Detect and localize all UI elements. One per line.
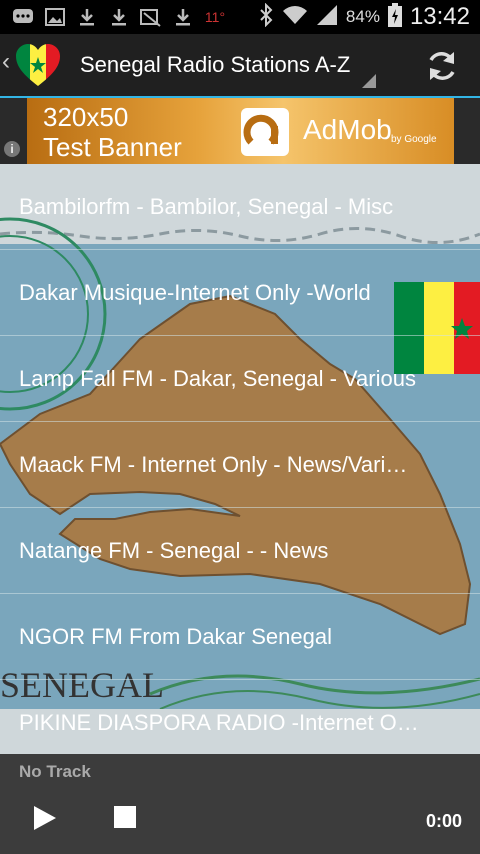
ad-banner-label: Test Banner: [43, 132, 182, 162]
ad-banner[interactable]: 320x50 Test Banner AdMob by Google: [27, 98, 454, 164]
player-bar: No Track 0:00: [0, 754, 480, 854]
signal-icon: [316, 4, 338, 31]
back-chevron-icon[interactable]: ‹: [2, 48, 10, 76]
station-item[interactable]: Dakar Musique-Internet Only -World: [0, 250, 480, 336]
status-bar: 11° 84% 13:42: [0, 0, 480, 34]
wifi-icon: [282, 4, 308, 31]
station-item[interactable]: Lamp Fall FM - Dakar, Senegal - Various: [0, 336, 480, 422]
station-item[interactable]: Natange FM - Senegal - - News: [0, 508, 480, 594]
spinner-indicator-icon[interactable]: [362, 74, 376, 88]
download-icon: [172, 7, 194, 27]
page-title[interactable]: Senegal Radio Stations A-Z: [80, 52, 350, 78]
app-logo-icon[interactable]: [14, 42, 62, 88]
download-icon: [76, 7, 98, 27]
admob-brand: AdMob: [303, 114, 392, 145]
image-icon: [44, 7, 66, 27]
station-list-area: SENEGAL Bambilorfm - Bambilor, Senegal -…: [0, 164, 480, 754]
chat-icon: [12, 7, 34, 27]
no-image-icon: [140, 7, 162, 27]
stop-icon[interactable]: [114, 806, 136, 828]
station-item[interactable]: Bambilorfm - Bambilor, Senegal - Misc: [0, 164, 480, 250]
ad-info-icon[interactable]: i: [4, 141, 20, 157]
playback-time: 0:00: [426, 811, 463, 831]
admob-logo-icon: [241, 108, 289, 156]
ad-size-label: 320x50: [43, 102, 129, 132]
ad-area: i 320x50 Test Banner AdMob by Google: [0, 98, 480, 164]
download-icon: [108, 7, 130, 27]
bluetooth-icon: [258, 2, 274, 32]
admob-brand-suffix: by Google: [391, 134, 437, 145]
temperature-icon: 11°: [204, 9, 226, 25]
station-list: Bambilorfm - Bambilor, Senegal - Misc Da…: [0, 164, 480, 754]
station-item[interactable]: Maack FM - Internet Only - News/Vari…: [0, 422, 480, 508]
battery-percent: 84%: [345, 7, 380, 26]
refresh-icon[interactable]: [424, 48, 460, 84]
clock: 13:42: [409, 3, 470, 30]
station-item[interactable]: NGOR FM From Dakar Senegal: [0, 594, 480, 680]
track-label: No Track: [19, 762, 91, 781]
play-icon[interactable]: [32, 804, 58, 832]
battery-icon: [387, 2, 402, 32]
station-item[interactable]: PIKINE DIASPORA RADIO -Internet O…: [0, 680, 480, 754]
action-bar: ‹ Senegal Radio Stations A-Z: [0, 34, 480, 98]
